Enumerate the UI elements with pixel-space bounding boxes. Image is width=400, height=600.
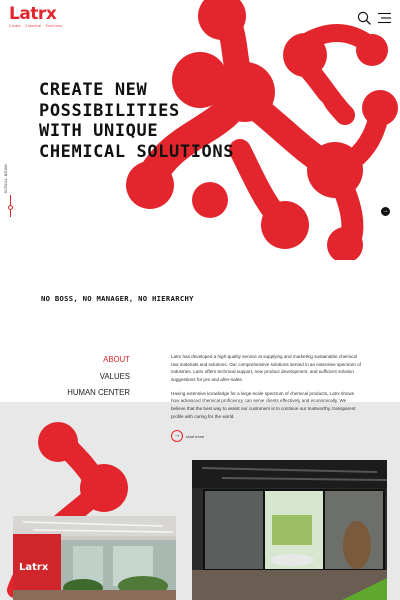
side-nav-human-center[interactable]: HUMAN CENTER — [67, 385, 130, 402]
logo-subtitle: Create · Chemical · Solutions — [9, 24, 63, 28]
meeting-room-photo — [192, 460, 387, 600]
hero-title: CREATE NEW POSSIBILITIES WITH UNIQUE CHE… — [39, 80, 369, 162]
about-text: Latrx has developed a high-quality servi… — [171, 353, 361, 427]
office-sign-text: Latrx — [19, 562, 49, 573]
tagline: NO BOSS, NO MANAGER, NO HIERARCHY — [41, 294, 194, 303]
about-paragraph: Latrx has developed a high-quality servi… — [171, 354, 361, 382]
logo-text: Latrx — [9, 4, 57, 24]
arrow-right-icon: → — [171, 430, 183, 442]
hero-title-line: WITH UNIQUE — [39, 121, 159, 141]
hero-title-line: CHEMICAL SOLUTIONS — [39, 141, 235, 162]
about-side-nav: ABOUT VALUES HUMAN CENTER — [67, 352, 130, 402]
arrow-right-icon[interactable]: → — [381, 207, 390, 216]
logo[interactable]: Latrx Create · Chemical · Solutions — [9, 4, 63, 29]
hero-title-line: POSSIBILITIES — [39, 100, 180, 121]
read-more-label: read more — [186, 433, 205, 439]
hero-title-line: CREATE NEW — [39, 80, 148, 100]
side-nav-values[interactable]: VALUES — [67, 369, 130, 386]
scroll-down-indicator[interactable]: SCROLL DOWN — [2, 160, 18, 220]
about-paragraph: Having extensive knowledge for a large-s… — [171, 390, 356, 419]
side-nav-about[interactable]: ABOUT — [67, 352, 130, 369]
office-photo — [13, 516, 176, 600]
scroll-down-label: SCROLL DOWN — [4, 164, 8, 194]
read-more-button[interactable]: → read more — [171, 430, 204, 442]
scroll-dot-icon — [8, 205, 13, 210]
